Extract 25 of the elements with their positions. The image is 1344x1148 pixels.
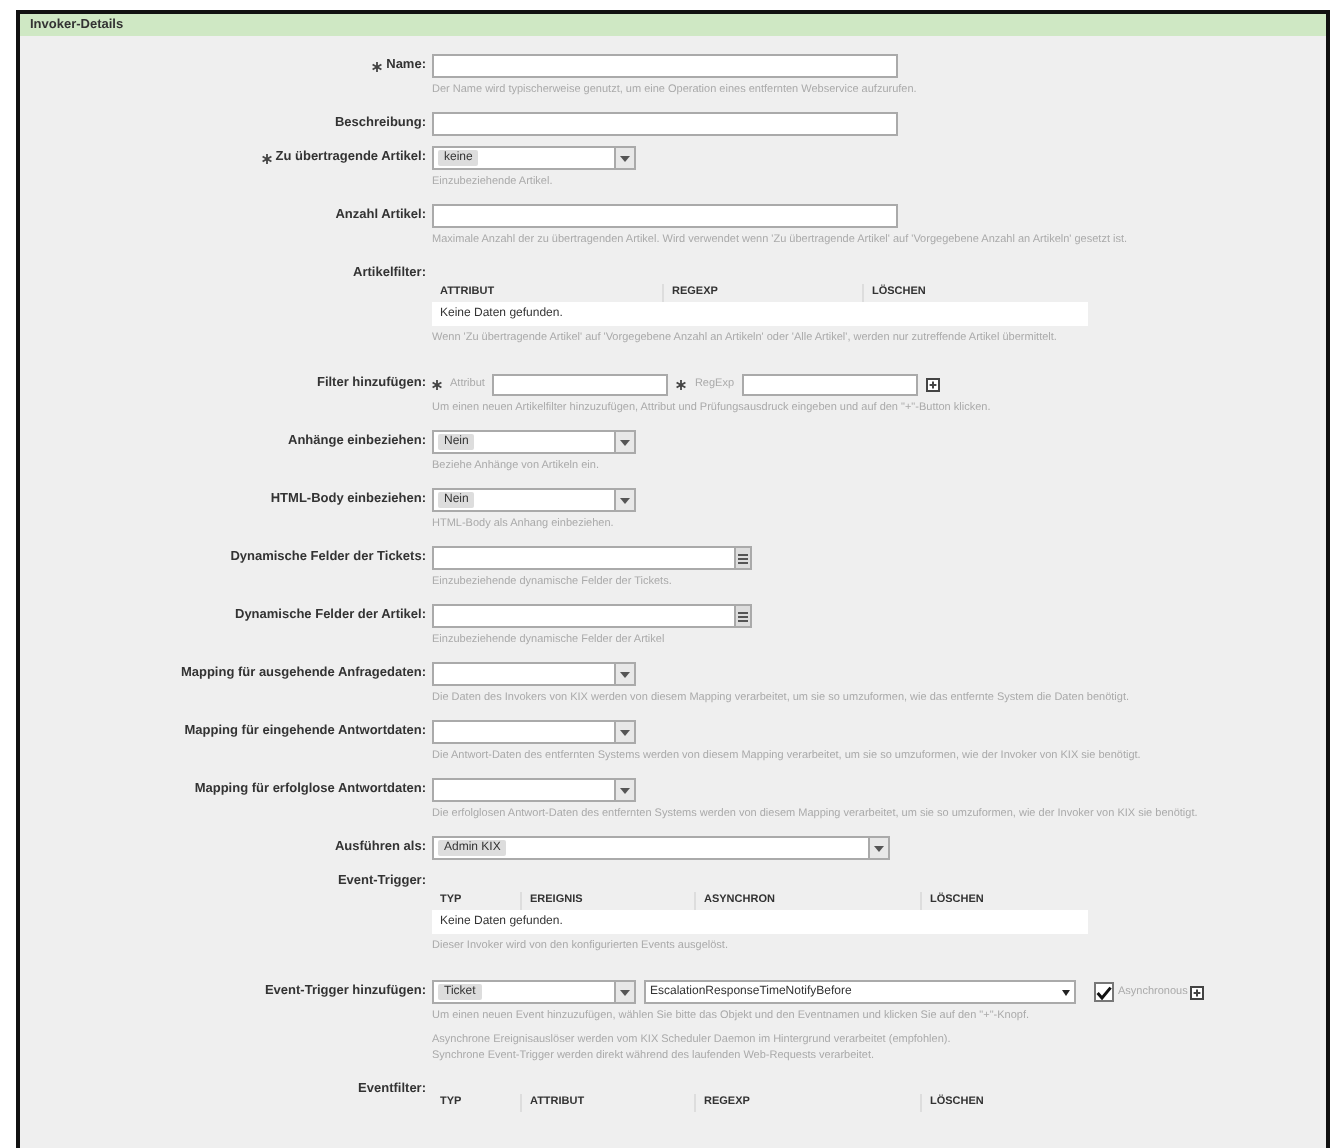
text-field[interactable]	[742, 373, 919, 395]
checkmark-icon	[1096, 985, 1112, 999]
caret-icon	[620, 497, 630, 503]
dropdown[interactable]	[432, 662, 636, 686]
caret-icon	[620, 439, 630, 445]
add-icon[interactable]	[926, 377, 941, 391]
caret-icon	[620, 989, 630, 995]
text-field[interactable]	[432, 112, 898, 136]
text-field[interactable]	[432, 54, 898, 78]
multiselect-field[interactable]	[432, 546, 736, 570]
caret-icon	[620, 155, 630, 161]
caret-icon	[620, 671, 630, 677]
checkbox[interactable]	[1094, 982, 1114, 1002]
dropdown[interactable]	[432, 778, 636, 802]
multiselect-field[interactable]	[432, 604, 736, 628]
list-icon	[738, 611, 748, 621]
caret-icon	[620, 729, 630, 735]
text-field[interactable]	[432, 204, 898, 228]
add-icon[interactable]	[1189, 985, 1204, 999]
dropdown[interactable]	[432, 720, 636, 744]
caret-icon	[874, 845, 884, 851]
list-icon	[738, 553, 748, 563]
text-field[interactable]	[492, 373, 669, 395]
caret-icon	[620, 787, 630, 793]
caret-icon	[1062, 989, 1070, 995]
